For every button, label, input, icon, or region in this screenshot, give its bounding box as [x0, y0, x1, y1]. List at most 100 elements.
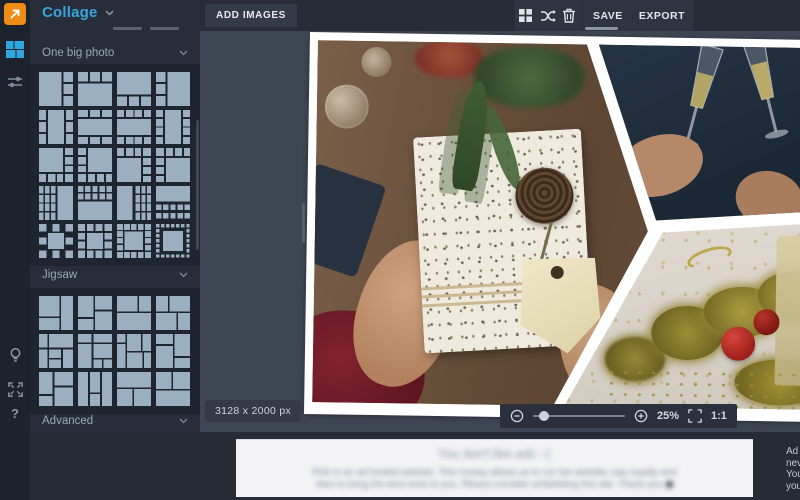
divider-dash [150, 27, 179, 30]
toolbar-scroll-indicator [585, 27, 618, 30]
fir-branch [474, 47, 585, 109]
lightbulb-icon [10, 348, 20, 362]
delete-button[interactable] [558, 0, 580, 31]
adblock-message-text: You don't like ads :-( Pixlr is an ad fu… [236, 440, 753, 491]
layout-template-thumb[interactable] [156, 110, 190, 144]
layout-template-thumb[interactable] [78, 186, 112, 220]
grid-icon [519, 9, 533, 22]
adblock-body-line: fees to bring the best tools to you. Ple… [236, 479, 753, 491]
layout-template-thumb[interactable] [117, 224, 151, 258]
trash-icon [563, 8, 576, 23]
layout-template-thumb[interactable] [39, 148, 73, 182]
sidebar-scrollbar[interactable] [196, 120, 199, 250]
panel-resize-handle[interactable] [302, 203, 305, 243]
sidebar: Collage One big photo Jigsaw Advanced [30, 0, 200, 432]
zoom-percent: 25% [657, 410, 680, 422]
collage-frame[interactable] [303, 32, 800, 422]
arrow-up-right-icon [10, 9, 20, 19]
zoom-toolbar: 25% 1:1 [500, 404, 737, 428]
canvas-size-badge: 3128 x 2000 px [205, 400, 302, 422]
layout-template-thumb[interactable] [117, 72, 151, 106]
champagne-glass [775, 235, 800, 385]
section-label: Jigsaw [42, 269, 78, 281]
app-logo[interactable] [4, 3, 26, 25]
layout-template-thumb[interactable] [39, 296, 73, 330]
template-grid-jigsaw [30, 288, 200, 414]
canvas-area[interactable]: 3128 x 2000 px 25% 1:1 [200, 31, 800, 432]
bottom-strip: You don't like ads :-( Pixlr is an ad fu… [30, 432, 800, 500]
layout-template-thumb[interactable] [78, 148, 112, 182]
collage-tool-icon[interactable] [6, 41, 24, 59]
fullscreen-icon[interactable] [6, 380, 24, 398]
layout-template-thumb[interactable] [117, 110, 151, 144]
section-header-one-big-photo[interactable]: One big photo [30, 44, 200, 62]
clipped-text-line: nev [786, 457, 800, 469]
layout-template-thumb[interactable] [78, 224, 112, 258]
dark-cloth [304, 163, 387, 278]
help-icon[interactable]: ? [6, 404, 24, 422]
layout-template-thumb[interactable] [78, 372, 112, 406]
layout-template-thumb[interactable] [78, 72, 112, 106]
top-toolbar: ADD IMAGES SAVE EXPORT [200, 0, 800, 31]
page-title: Collage [42, 4, 98, 21]
left-rail: ? [0, 0, 30, 500]
layout-grid-button[interactable] [515, 0, 537, 31]
layout-template-thumb[interactable] [117, 372, 151, 406]
layout-template-thumb[interactable] [117, 334, 151, 368]
adblock-body-line: Pixlr is an ad funded website. This mone… [312, 467, 677, 478]
adjustments-icon[interactable] [6, 73, 24, 91]
tool-title[interactable]: Collage [42, 4, 114, 21]
question-mark-glyph: ? [11, 405, 19, 421]
layout-template-thumb[interactable] [78, 110, 112, 144]
layout-template-thumb[interactable] [39, 372, 73, 406]
layout-template-thumb[interactable] [39, 334, 73, 368]
layout-template-thumb[interactable] [156, 72, 190, 106]
layout-template-thumb[interactable] [117, 296, 151, 330]
tag-hole [550, 265, 565, 280]
section-header-jigsaw[interactable]: Jigsaw [30, 266, 200, 284]
zoom-out-icon[interactable] [510, 409, 524, 423]
expand-arrows-icon [7, 381, 23, 397]
suggestion-lightbulb-icon[interactable] [6, 346, 24, 364]
section-header-advanced[interactable]: Advanced [30, 412, 200, 430]
pinecone-ornament [361, 47, 391, 77]
section-label: Advanced [42, 415, 94, 427]
export-button[interactable]: EXPORT [631, 0, 693, 31]
layout-template-thumb[interactable] [156, 372, 190, 406]
adblock-body-line-text: fees to bring the best tools to you. Ple… [316, 479, 663, 490]
pinecone-ornament [324, 84, 369, 129]
template-grid-one-big-photo [30, 64, 200, 266]
layout-template-thumb[interactable] [117, 148, 151, 182]
divider-dash [113, 27, 142, 30]
zoom-in-icon[interactable] [634, 409, 648, 423]
adblock-message-panel: You don't like ads :-( Pixlr is an ad fu… [236, 440, 753, 497]
layout-template-thumb[interactable] [39, 224, 73, 258]
layout-template-thumb[interactable] [156, 186, 190, 220]
layout-template-thumb[interactable] [39, 186, 73, 220]
zoom-slider-handle[interactable] [539, 411, 549, 421]
add-images-button[interactable]: ADD IMAGES [205, 4, 297, 27]
layout-template-thumb[interactable] [156, 224, 190, 258]
clipped-text-line: Ad [786, 446, 799, 457]
right-hand [730, 164, 800, 229]
adblock-heading: You don't like ads :-( [438, 447, 551, 461]
toolbar-divider [582, 0, 583, 31]
shuffle-button[interactable] [537, 0, 559, 31]
layout-template-thumb[interactable] [156, 334, 190, 368]
emoji-glyph [665, 480, 673, 488]
clipped-text-line: You [786, 469, 800, 480]
actual-size-button[interactable]: 1:1 [711, 410, 727, 422]
chevron-down-icon [105, 9, 114, 16]
chevron-down-icon [179, 50, 188, 56]
layout-template-thumb[interactable] [39, 72, 73, 106]
fit-screen-icon[interactable] [688, 409, 702, 423]
zoom-slider[interactable] [533, 411, 625, 421]
layout-template-thumb[interactable] [39, 110, 73, 144]
layout-template-thumb[interactable] [78, 296, 112, 330]
layout-template-thumb[interactable] [156, 148, 190, 182]
layout-template-thumb[interactable] [156, 296, 190, 330]
clipped-text-line: you [786, 480, 800, 492]
layout-template-thumb[interactable] [117, 186, 151, 220]
collage-editor-app: ? Collage One big photo Jigsaw Advanced … [0, 0, 800, 500]
layout-template-thumb[interactable] [78, 334, 112, 368]
